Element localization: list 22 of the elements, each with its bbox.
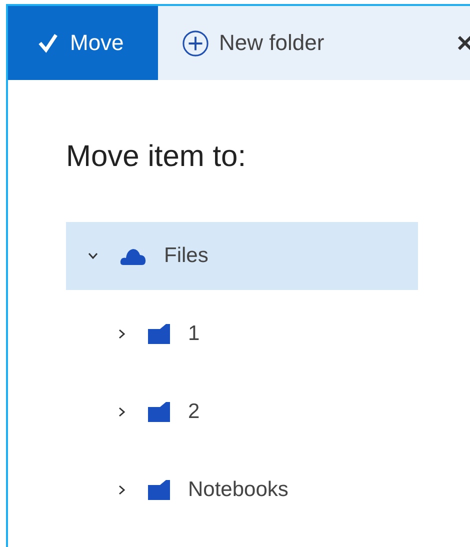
folder-icon (148, 402, 170, 422)
checkmark-icon (38, 33, 58, 53)
cloud-icon (120, 246, 146, 266)
tree-item[interactable]: Files (66, 222, 418, 290)
chevron-right-icon (118, 485, 126, 495)
tree-item-label: 1 (188, 322, 200, 346)
tree-item[interactable]: Notebooks (66, 456, 418, 524)
tree-item-label: 2 (188, 400, 200, 424)
folder-icon (148, 324, 170, 344)
tree-item[interactable]: 2 (66, 378, 418, 446)
folder-icon (148, 480, 170, 500)
move-button[interactable]: Move (8, 6, 158, 80)
close-icon[interactable] (458, 36, 470, 50)
chevron-right-icon (118, 407, 126, 417)
chevron-down-icon (88, 252, 98, 260)
new-folder-button[interactable]: New folder (158, 6, 330, 80)
tree-item-label: Files (164, 244, 208, 268)
tree-item[interactable]: 1 (66, 300, 418, 368)
chevron-right-icon (118, 329, 126, 339)
tree-item-label: Notebooks (188, 478, 288, 502)
plus-circle-icon (182, 30, 209, 56)
dialog-heading: Move item to: (66, 140, 248, 174)
